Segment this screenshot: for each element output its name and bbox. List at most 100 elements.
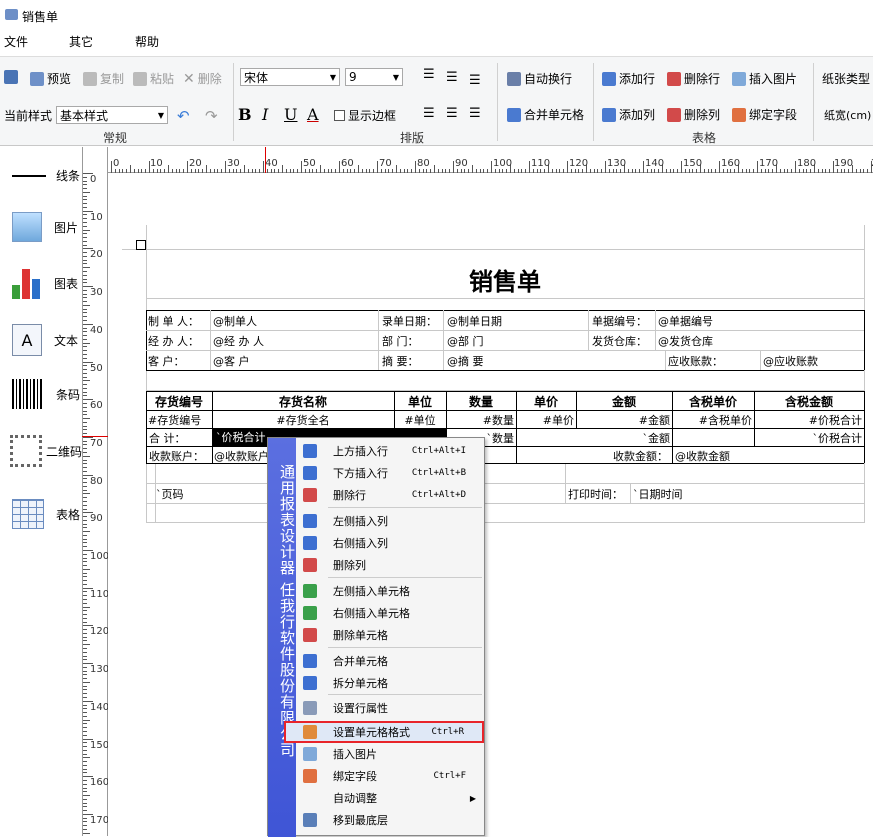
pay-account-label[interactable]: 收款账户： [149,448,204,464]
info-cell-r2-4[interactable]: 发货仓库： [592,333,647,349]
info-cell-r2-0[interactable]: 经 办 人： [148,333,199,349]
tool-table[interactable]: 表格 [8,499,80,529]
paper-type-label[interactable]: 纸张类型 [822,70,870,87]
align-middle-button[interactable]: ☰ [446,70,458,85]
menu-item-delete-row[interactable]: 删除行 Ctrl+Alt+D [298,484,484,506]
detail-cell[interactable]: #单位 [396,412,444,428]
info-cell-r3-4[interactable]: 应收账款： [668,353,723,369]
menu-item-delete-col[interactable]: 删除列 [298,554,484,576]
total-label[interactable]: 合 计： [149,430,186,446]
total-tax-amount[interactable]: `价税合计 [756,430,863,446]
info-cell-r3-5[interactable]: @应收账款 [763,353,818,369]
menu-item-split-cells[interactable]: 拆分单元格 [298,672,484,694]
column-header[interactable]: 单价 [516,393,576,410]
menu-item-insert-image[interactable]: 插入图片 [298,743,484,765]
info-cell-r2-2[interactable]: 部 门： [382,333,419,349]
menu-item-insert-row-below[interactable]: 下方插入行 Ctrl+Alt+B [298,462,484,484]
menu-item-bind-field[interactable]: 绑定字段 Ctrl+F [298,765,484,787]
delete-button[interactable]: ✕ 删除 [183,70,222,87]
delete-row-button[interactable]: 删除行 [667,70,720,87]
tool-line[interactable]: 线条 [8,167,80,184]
font-select[interactable]: 宋体 ▼ [240,68,340,86]
info-cell-r1-0[interactable]: 制 单 人： [148,313,199,329]
menu-item-merge-cells[interactable]: 合并单元格 [298,650,484,672]
show-border-checkbox[interactable]: 显示边框 [334,107,396,124]
menu-item-format-cells[interactable]: 设置单元格格式 Ctrl+R [284,721,484,743]
info-cell-r1-2[interactable]: 录单日期： [382,313,437,329]
auto-wrap-button[interactable]: 自动换行 [507,70,572,87]
font-size-select[interactable]: 9 ▼ [345,68,403,86]
align-top-button[interactable]: ☰ [423,67,435,82]
save-button[interactable] [4,70,18,84]
align-right-button[interactable]: ☰ [469,106,481,121]
undo-button[interactable]: ↶ [177,107,190,125]
align-center-button[interactable]: ☰ [446,106,458,121]
print-time-field[interactable]: `日期时间 [633,486,683,502]
menu-item-insert-col-right[interactable]: 右侧插入列 [298,532,484,554]
delete-col-button[interactable]: 删除列 [667,106,720,123]
menu-item-insert-col-left[interactable]: 左侧插入列 [298,510,484,532]
tool-chart[interactable]: 图表 [8,267,78,299]
menu-other[interactable]: 其它 [69,33,93,50]
info-cell-r3-1[interactable]: @客 户 [213,353,250,369]
info-cell-r1-3[interactable]: @制单日期 [447,313,502,329]
info-cell-r2-3[interactable]: @部 门 [447,333,484,349]
total-money[interactable]: `金额 [578,430,671,446]
info-cell-r2-5[interactable]: @发货仓库 [658,333,713,349]
info-cell-r1-4[interactable]: 单据编号： [592,313,647,329]
column-header[interactable]: 金额 [576,393,672,410]
detail-cell[interactable]: #含税单价 [674,412,752,428]
menu-item-insert-cell-left[interactable]: 左侧插入单元格 [298,580,484,602]
italic-button[interactable]: I [262,105,268,124]
print-time-label[interactable]: 打印时间： [568,486,623,502]
underline-button[interactable]: U [284,105,297,124]
column-header[interactable]: 含税金额 [754,393,864,410]
preview-button[interactable]: 预览 [30,70,71,87]
info-cell-r1-1[interactable]: @制单人 [213,313,257,329]
menu-item-delete-cell[interactable]: 删除单元格 [298,624,484,646]
info-cell-r3-3[interactable]: @摘 要 [447,353,484,369]
menu-file[interactable]: 文件 [4,33,28,50]
pay-amount-field[interactable]: @收款金额 [675,448,730,464]
tool-barcode[interactable]: 条码 [8,379,80,409]
column-header[interactable]: 存货名称 [212,393,394,410]
menu-help[interactable]: 帮助 [135,33,159,50]
align-left-button[interactable]: ☰ [423,106,435,121]
column-header[interactable]: 单位 [394,393,446,410]
report-title[interactable]: 销售单 [146,262,864,297]
detail-cell[interactable]: #存货全名 [214,412,392,428]
bold-button[interactable]: B [238,105,252,124]
tool-text[interactable]: A 文本 [8,324,78,356]
info-cell-r3-2[interactable]: 摘 要： [382,353,419,369]
add-col-button[interactable]: 添加列 [602,106,655,123]
menu-item-auto-adjust[interactable]: 自动调整 ▶ [298,787,484,809]
info-cell-r2-1[interactable]: @经 办 人 [213,333,264,349]
add-row-button[interactable]: 添加行 [602,70,655,87]
column-header[interactable]: 存货编号 [146,393,212,410]
pay-amount-label[interactable]: 收款金额： [518,448,668,464]
insert-image-button[interactable]: 插入图片 [732,70,797,87]
merge-cells-button[interactable]: 合并单元格 [507,106,584,123]
menu-item-insert-cell-right[interactable]: 右侧插入单元格 [298,602,484,624]
detail-cell[interactable]: #单价 [518,412,574,428]
menu-item-set-row-props[interactable]: 设置行属性 [298,697,484,719]
tool-qrcode[interactable]: 二维码 [10,435,82,467]
paste-button[interactable]: 粘贴 [133,70,174,87]
detail-cell[interactable]: #价税合计 [756,412,862,428]
pay-account-field[interactable]: @收款账户 [214,448,269,464]
info-cell-r1-5[interactable]: @单据编号 [658,313,713,329]
style-select[interactable]: 基本样式 ▼ [56,106,168,124]
column-header[interactable]: 数量 [446,393,516,410]
align-bottom-button[interactable]: ☰ [469,73,481,88]
column-header[interactable]: 含税单价 [672,393,754,410]
tool-image[interactable]: 图片 [8,212,78,242]
corner-handle[interactable] [136,240,146,250]
menu-item-send-to-back[interactable]: 移到最底层 [298,809,484,831]
page-number-field[interactable]: `页码 [156,486,184,502]
bind-field-button[interactable]: 绑定字段 [732,106,797,123]
detail-cell[interactable]: #金额 [578,412,670,428]
info-cell-r3-0[interactable]: 客 户： [148,353,185,369]
redo-button[interactable]: ↷ [205,107,218,125]
copy-button[interactable]: 复制 [83,70,124,87]
font-color-button[interactable]: A [307,105,319,124]
